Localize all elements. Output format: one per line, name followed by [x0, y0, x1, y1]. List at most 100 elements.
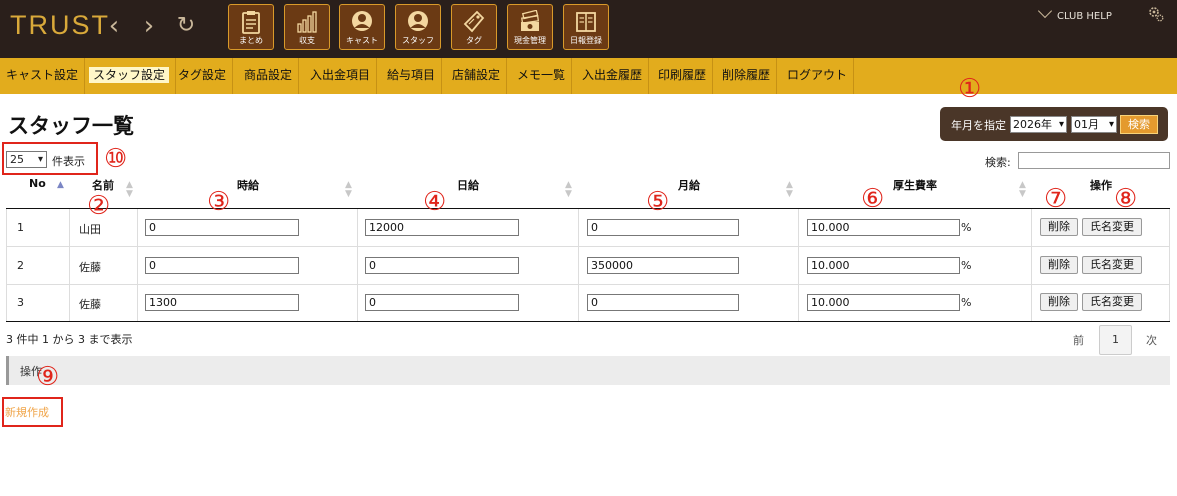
delete-button[interactable]: 削除 — [1040, 293, 1078, 311]
club-help-label: CLUB HELP — [1057, 11, 1112, 22]
tag-button[interactable]: タグ — [451, 4, 497, 50]
chevron-down-icon — [1037, 3, 1053, 19]
cast-button[interactable]: キャスト — [339, 4, 385, 50]
header-no[interactable]: No — [29, 177, 46, 190]
search-input[interactable] — [1018, 152, 1170, 169]
daily-input[interactable]: 0 — [365, 294, 519, 311]
menu-label: 入出金項目 — [310, 68, 371, 82]
menu-tag-settings[interactable]: タグ設定 — [172, 58, 234, 94]
table-info: 3 件中 1 から 3 まで表示 — [6, 333, 133, 346]
nippo-button[interactable]: 日報登録 — [563, 4, 609, 50]
back-arrow-icon[interactable]: ‹ — [104, 12, 124, 40]
menu-label: 給与項目 — [387, 68, 436, 82]
annotation-5: ⑤ — [646, 187, 670, 217]
header-hourly[interactable]: 時給 — [237, 177, 259, 193]
menu-print-history[interactable]: 印刷履歴 — [652, 58, 714, 94]
tag-label: タグ — [466, 36, 482, 45]
hourly-input[interactable]: 0 — [145, 219, 299, 236]
next-page-button[interactable]: 次 — [1146, 332, 1157, 348]
menu-cast-settings[interactable]: キャスト設定 — [0, 58, 86, 94]
annotation-3: ③ — [207, 187, 231, 217]
delete-button[interactable]: 削除 — [1040, 256, 1078, 274]
annotation-9: ⑨ — [36, 362, 60, 392]
page-length-suffix: 件表示 — [52, 155, 85, 168]
cash-button[interactable]: 現金管理 — [507, 4, 553, 50]
menu-label: 店舗設定 — [452, 68, 501, 82]
welfare-input[interactable]: 10.000 — [807, 219, 960, 236]
operations-bar: 操作 — [6, 356, 1170, 385]
monthly-input[interactable]: 0 — [587, 219, 739, 236]
table-col-line — [1169, 209, 1170, 321]
month-select[interactable]: 01月 — [1071, 116, 1117, 133]
year-value: 2026年 — [1013, 118, 1052, 131]
table-row-line — [6, 284, 1170, 285]
table-bottom-border — [6, 321, 1170, 322]
menu-inout-items[interactable]: 入出金項目 — [304, 58, 378, 94]
header-daily[interactable]: 日給 — [457, 177, 479, 193]
search-button[interactable]: 検索 — [1120, 115, 1158, 134]
cast-label: キャスト — [346, 36, 378, 45]
annotation-4: ④ — [423, 187, 447, 217]
welfare-input[interactable]: 10.000 — [807, 294, 960, 311]
percent-sign: % — [961, 296, 972, 309]
rename-button[interactable]: 氏名変更 — [1082, 218, 1142, 236]
hourly-input[interactable]: 0 — [145, 257, 299, 274]
header-actions: 操作 — [1090, 179, 1112, 192]
rename-button[interactable]: 氏名変更 — [1082, 256, 1142, 274]
menu-product-settings[interactable]: 商品設定 — [238, 58, 300, 94]
table-col-line — [578, 209, 579, 321]
menu-label: 印刷履歴 — [658, 68, 707, 82]
menu-label: タグ設定 — [178, 68, 227, 82]
gear-icon[interactable] — [1147, 5, 1165, 23]
user-icon — [408, 11, 428, 31]
table-col-line — [357, 209, 358, 321]
menu-logout[interactable]: ログアウト — [781, 58, 855, 94]
app-logo: TRUST — [10, 10, 110, 40]
menu-store-settings[interactable]: 店舗設定 — [446, 58, 508, 94]
menu-staff-settings[interactable]: スタッフ設定 — [83, 58, 177, 94]
current-page-button[interactable]: 1 — [1099, 325, 1132, 355]
table-col-line — [1031, 209, 1032, 321]
table-row-line — [6, 246, 1170, 247]
year-select[interactable]: 2026年 — [1010, 116, 1067, 133]
club-help-link[interactable]: CLUB HELP — [1037, 3, 1112, 22]
menu-memo-list[interactable]: メモ一覧 — [511, 58, 573, 94]
book-icon — [576, 12, 596, 32]
page-length-select[interactable]: 25 — [6, 151, 47, 168]
shushi-button[interactable]: 収支 — [284, 4, 330, 50]
header-monthly[interactable]: 月給 — [678, 177, 700, 193]
daily-input[interactable]: 0 — [365, 257, 519, 274]
menu-label: キャスト設定 — [6, 68, 79, 82]
prev-page-button[interactable]: 前 — [1073, 332, 1084, 348]
sort-icon: ▲ ▼ — [1019, 180, 1026, 199]
annotation-2: ② — [87, 191, 111, 221]
month-value: 01月 — [1074, 118, 1099, 131]
menu-delete-history[interactable]: 削除履歴 — [716, 58, 778, 94]
menu-label: 商品設定 — [244, 68, 293, 82]
monthly-input[interactable]: 350000 — [587, 257, 739, 274]
daily-input[interactable]: 12000 — [365, 219, 519, 236]
matome-button[interactable]: まとめ — [228, 4, 274, 50]
rename-button[interactable]: 氏名変更 — [1082, 293, 1142, 311]
staff-button[interactable]: スタッフ — [395, 4, 441, 50]
delete-button[interactable]: 削除 — [1040, 218, 1078, 236]
cell-no: 1 — [17, 221, 24, 234]
new-staff-link[interactable]: 新規作成 — [5, 404, 49, 420]
menu-inout-history[interactable]: 入出金履歴 — [576, 58, 650, 94]
menu-label: スタッフ設定 — [89, 67, 170, 83]
menu-label: 削除履歴 — [722, 68, 771, 82]
table-col-line — [69, 209, 70, 321]
welfare-input[interactable]: 10.000 — [807, 257, 960, 274]
annotation-8: ⑧ — [1114, 184, 1138, 214]
cash-icon — [521, 10, 540, 31]
date-filter-label: 年月を指定 — [951, 119, 1006, 132]
sort-icon: ▲ ▼ — [126, 180, 133, 199]
monthly-input[interactable]: 0 — [587, 294, 739, 311]
header-welfare[interactable]: 厚生費率 — [893, 177, 937, 193]
menu-salary-items[interactable]: 給与項目 — [381, 58, 443, 94]
reload-icon[interactable]: ↻ — [176, 12, 196, 40]
hourly-input[interactable]: 1300 — [145, 294, 299, 311]
annotation-7: ⑦ — [1044, 184, 1068, 214]
forward-arrow-icon[interactable]: › — [139, 12, 159, 40]
search-label: 検索: — [985, 156, 1011, 169]
